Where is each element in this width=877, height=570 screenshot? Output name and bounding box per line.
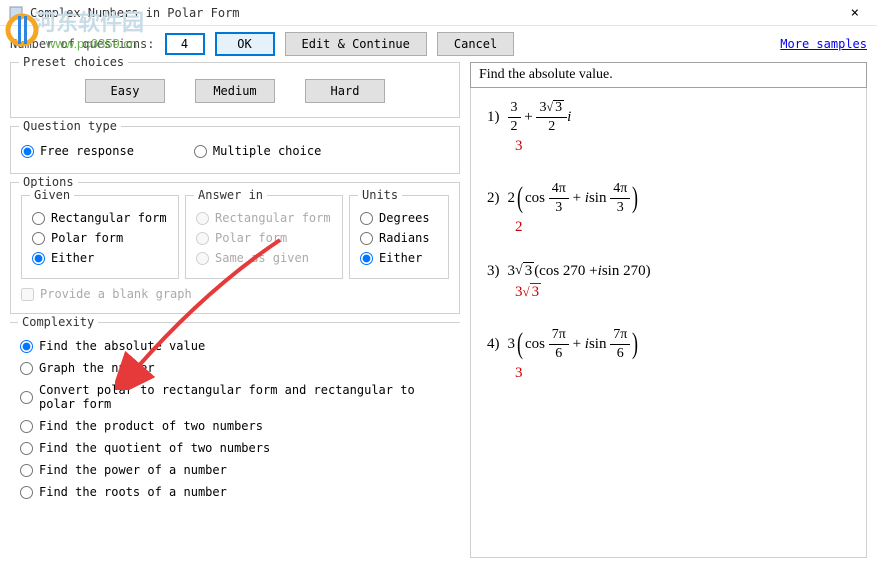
complexity-group: Complexity Find the absolute value Graph… [10,322,460,503]
preset-group: Preset choices Easy Medium Hard [10,62,460,118]
num-questions-label: Number of questions: [10,37,155,51]
complexity-legend: Complexity [18,315,98,329]
preview-header: Find the absolute value. [470,62,867,88]
free-response-radio[interactable]: Free response [21,141,134,161]
close-icon[interactable]: × [841,5,869,21]
answer-rect-radio: Rectangular form [196,208,332,228]
preset-legend: Preset choices [19,55,128,69]
units-deg-radio[interactable]: Degrees [360,208,438,228]
answer-1: 3 [515,138,850,155]
easy-button[interactable]: Easy [85,79,165,103]
preview-body: 1) 32 + 3√32 i 3 2) 2(cos 4π3 + isin 4π3… [470,88,867,558]
multiple-choice-radio[interactable]: Multiple choice [194,141,321,161]
complexity-graph[interactable]: Graph the number [20,357,450,379]
problem-1: 1) 32 + 3√32 i 3 [487,100,850,155]
medium-button[interactable]: Medium [195,79,275,103]
blank-graph-checkbox: Provide a blank graph [21,285,449,303]
answer-2: 2 [515,219,850,236]
complexity-product[interactable]: Find the product of two numbers [20,415,450,437]
hard-button[interactable]: Hard [305,79,385,103]
problem-4: 4) 3(cos 7π6 + isin 7π6) 3 [487,327,850,382]
options-legend: Options [19,175,78,189]
units-either-radio[interactable]: Either [360,248,438,268]
answer-polar-radio: Polar form [196,228,332,248]
complexity-roots[interactable]: Find the roots of a number [20,481,450,503]
problem-2: 2) 2(cos 4π3 + isin 4π3) 2 [487,181,850,236]
window-title: Complex Numbers in Polar Form [30,6,841,20]
answer-same-radio: Same as given [196,248,332,268]
given-polar-radio[interactable]: Polar form [32,228,168,248]
options-group: Options Given Rectangular form Polar for… [10,182,460,314]
given-either-radio[interactable]: Either [32,248,168,268]
given-rect-radio[interactable]: Rectangular form [32,208,168,228]
answer-3: 3√3 [515,284,850,301]
units-rad-radio[interactable]: Radians [360,228,438,248]
num-questions-input[interactable] [165,33,205,55]
complexity-convert[interactable]: Convert polar to rectangular form and re… [20,379,450,415]
complexity-quotient[interactable]: Find the quotient of two numbers [20,437,450,459]
answer-4: 3 [515,365,850,382]
more-samples-link[interactable]: More samples [780,37,867,51]
complexity-power[interactable]: Find the power of a number [20,459,450,481]
qtype-legend: Question type [19,119,121,133]
ok-button[interactable]: OK [215,32,275,56]
cancel-button[interactable]: Cancel [437,32,514,56]
edit-continue-button[interactable]: Edit & Continue [285,32,427,56]
app-icon [8,5,24,21]
problem-3: 3) 3√3(cos 270 + isin 270) 3√3 [487,262,850,301]
complexity-abs-value[interactable]: Find the absolute value [20,335,450,357]
given-group: Given Rectangular form Polar form Either [21,195,179,279]
answer-group: Answer in Rectangular form Polar form Sa… [185,195,343,279]
qtype-group: Question type Free response Multiple cho… [10,126,460,174]
units-group: Units Degrees Radians Either [349,195,449,279]
